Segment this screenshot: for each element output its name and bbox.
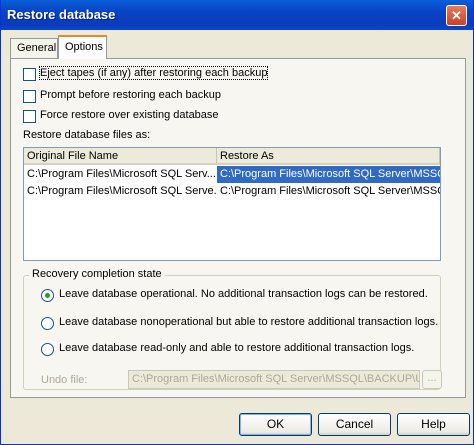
restore-database-dialog: Restore database ✕ General Options Eject… <box>0 0 474 445</box>
tab-options[interactable]: Options <box>58 35 107 59</box>
radio-label: Leave database nonoperational but able t… <box>59 316 439 328</box>
checkbox-box[interactable] <box>23 110 36 123</box>
checkbox-label: Eject tapes (if any) after restoring eac… <box>38 66 269 80</box>
restore-files-label: Restore database files as: <box>23 129 151 141</box>
checkbox-label: Force restore over existing database <box>40 109 219 121</box>
title-bar[interactable]: Restore database ✕ <box>1 0 473 30</box>
tab-general[interactable]: General <box>10 38 58 58</box>
table-row[interactable]: C:\Program Files\Microsoft SQL Serv... C… <box>24 166 440 183</box>
checkbox-box[interactable] <box>23 68 36 81</box>
radio-button[interactable] <box>41 317 54 330</box>
original-file-cell: C:\Program Files\Microsoft SQL Serve... <box>27 185 217 197</box>
radio-button[interactable] <box>41 343 54 356</box>
undo-file-browse-button[interactable]: ... <box>422 370 442 389</box>
column-header-restore-as[interactable]: Restore As <box>217 148 440 165</box>
recovery-group-title: Recovery completion state <box>29 268 165 280</box>
list-header: Original File Name Restore As <box>24 148 440 165</box>
checkbox-box[interactable] <box>23 90 36 103</box>
restore-as-cell[interactable]: C:\Program Files\Microsoft SQL Server\MS… <box>217 166 440 183</box>
tab-options-label: Options <box>65 41 103 53</box>
help-button[interactable]: Help <box>397 413 470 436</box>
column-header-original[interactable]: Original File Name <box>24 148 217 165</box>
ok-button[interactable]: OK <box>239 413 312 436</box>
radio-button[interactable] <box>41 289 54 302</box>
window-title: Restore database <box>7 7 116 22</box>
table-row[interactable]: C:\Program Files\Microsoft SQL Serve... … <box>24 183 440 200</box>
original-file-cell: C:\Program Files\Microsoft SQL Serv... <box>27 168 216 180</box>
undo-file-label: Undo file: <box>41 374 88 386</box>
radio-label: Leave database read-only and able to res… <box>59 342 415 354</box>
tab-general-label: General <box>17 42 57 54</box>
cancel-button[interactable]: Cancel <box>318 413 391 436</box>
radio-label: Leave database operational. No additiona… <box>59 288 428 300</box>
close-button[interactable]: ✕ <box>446 5 467 26</box>
restore-as-cell[interactable]: C:\Program Files\Microsoft SQL Server\MS… <box>217 183 440 200</box>
checkbox-label: Prompt before restoring each backup <box>40 89 221 101</box>
close-icon: ✕ <box>451 8 462 23</box>
undo-file-input[interactable]: C:\Program Files\Microsoft SQL Server\MS… <box>128 370 420 389</box>
restore-files-list[interactable]: Original File Name Restore As C:\Program… <box>23 147 441 261</box>
